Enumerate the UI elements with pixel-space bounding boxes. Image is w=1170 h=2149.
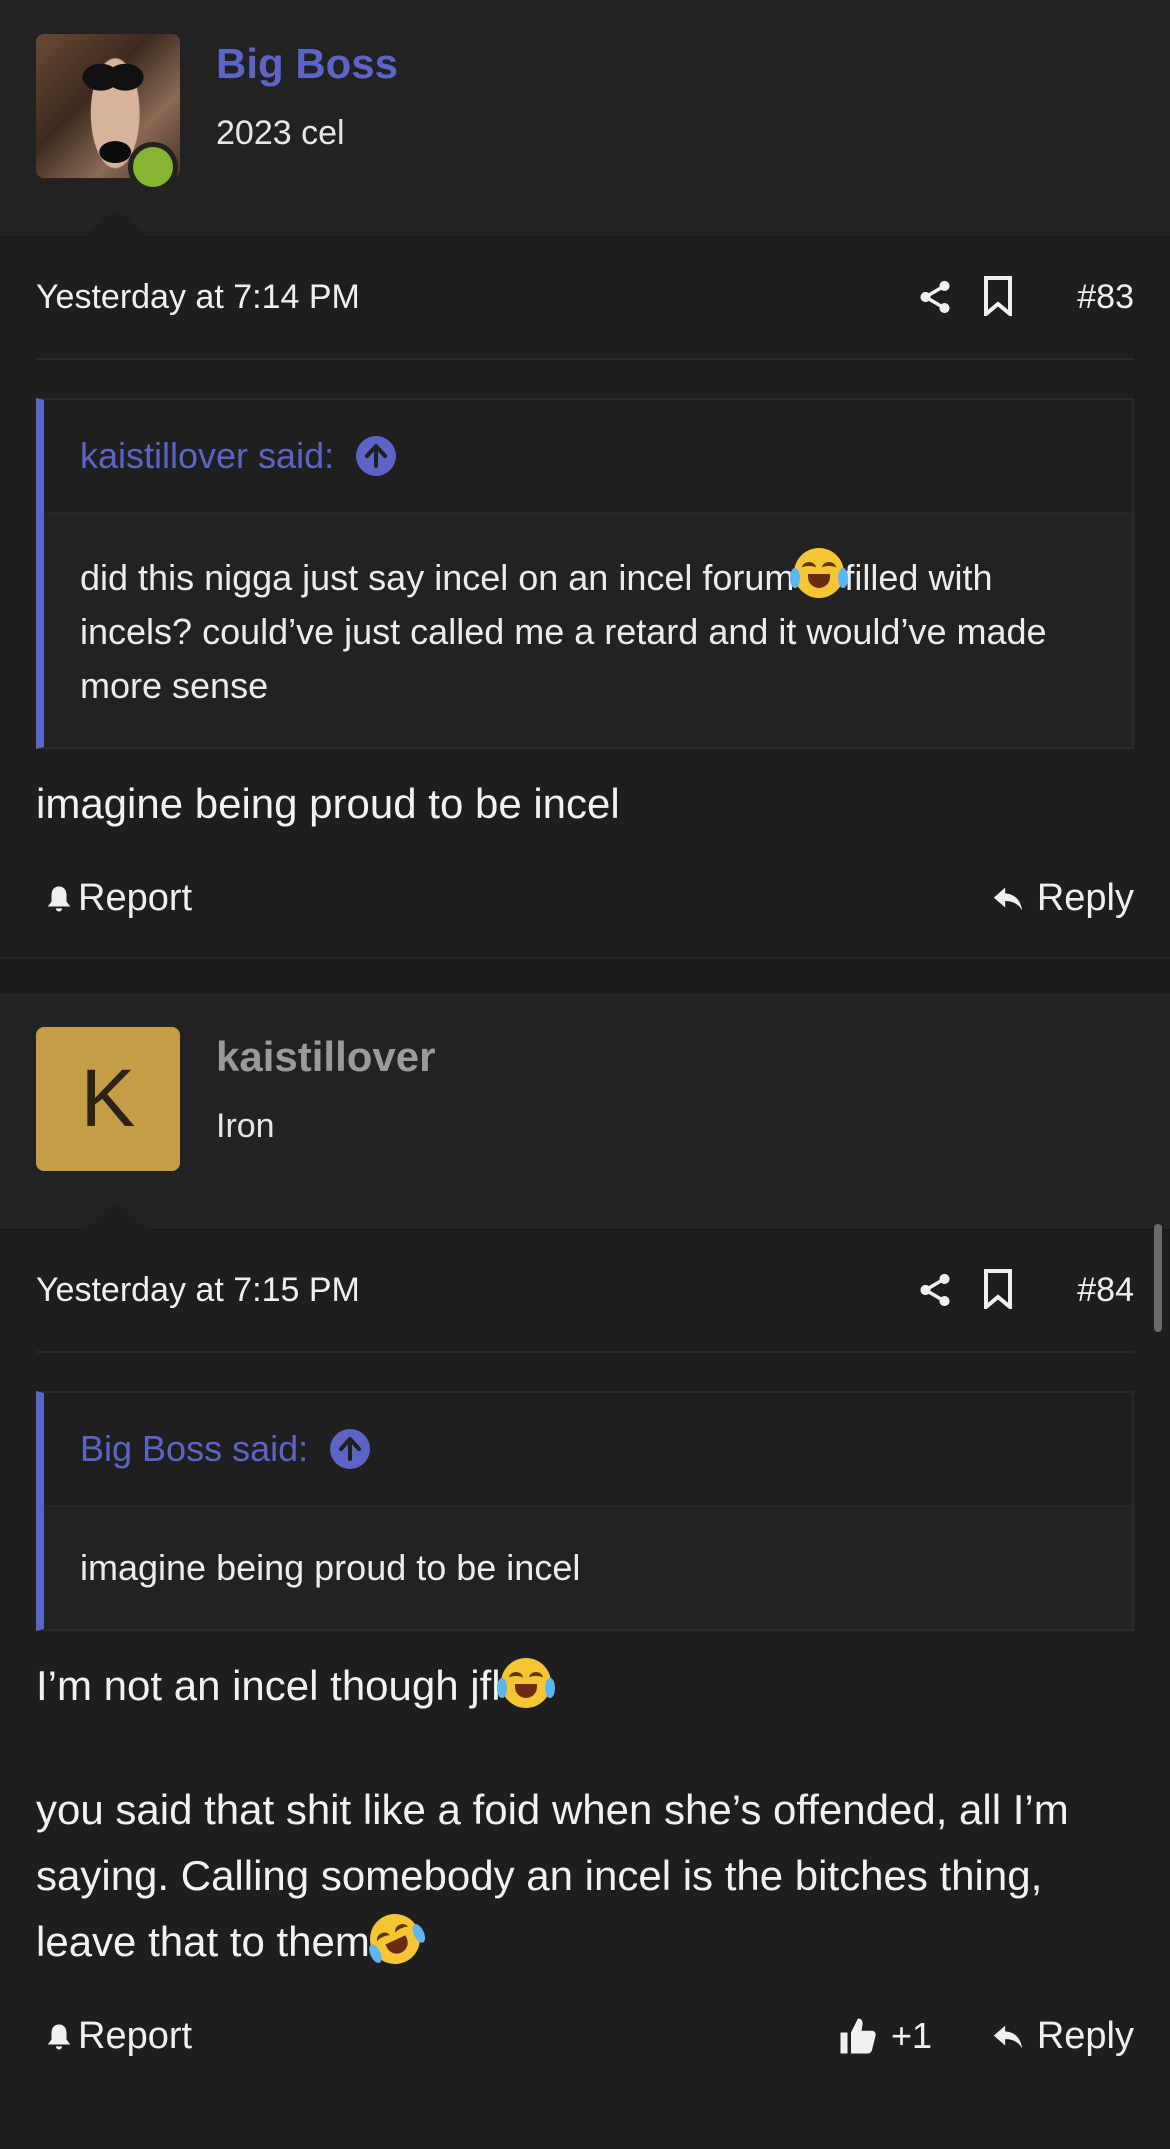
post-message: imagine being proud to be incel [36, 771, 1134, 837]
online-status-icon [128, 142, 178, 192]
avatar[interactable]: K [36, 1027, 180, 1171]
post-number-link[interactable]: #83 [1077, 278, 1134, 317]
joy-emoji-icon [496, 1658, 555, 1708]
post-message: I’m not an incel though jfl you said tha… [36, 1653, 1134, 1975]
message-text: imagine being proud to be incel [36, 780, 620, 827]
bell-icon [47, 886, 71, 911]
quote-header[interactable]: Big Boss said: [44, 1393, 1132, 1507]
quote-text: did this nigga just say incel on an ince… [80, 557, 795, 598]
thumbs-up-icon [840, 2018, 876, 2054]
user-header: Big Boss 2023 cel [0, 0, 1170, 238]
message-text: I’m not an incel though jfl [36, 1662, 501, 1709]
message-text: you said that shit like a foid when she’… [36, 1786, 1069, 1965]
report-label: Report [78, 877, 193, 919]
quote-content: did this nigga just say incel on an ince… [44, 514, 1132, 747]
scrollbar[interactable] [1154, 1224, 1162, 1332]
post-84: K kaistillover Iron Yesterday at 7:15 PM… [0, 993, 1170, 2095]
post-number-link[interactable]: #84 [1077, 1271, 1134, 1310]
rofl-emoji-icon [361, 1905, 429, 1973]
username-link[interactable]: Big Boss [216, 40, 398, 88]
arrow-up-circle-icon[interactable] [356, 436, 397, 476]
post-date-link[interactable]: Yesterday at 7:15 PM [36, 1271, 360, 1310]
user-title: 2023 cel [216, 114, 345, 152]
user-title: Iron [216, 1107, 275, 1145]
quote-block: Big Boss said: imagine being proud to be… [36, 1391, 1134, 1631]
post-actions: Report +1 Reply [36, 1975, 1134, 2095]
header-notch [84, 1201, 148, 1231]
report-label: Report [78, 2015, 193, 2057]
arrow-up-circle-icon[interactable] [330, 1429, 371, 1469]
quote-author[interactable]: kaistillover said: [80, 435, 334, 477]
post-date-link[interactable]: Yesterday at 7:14 PM [36, 278, 360, 317]
reply-label: Reply [1036, 2015, 1134, 2057]
joy-emoji-icon [790, 548, 849, 598]
user-header: K kaistillover Iron [0, 993, 1170, 1231]
report-button[interactable]: Report [44, 2015, 192, 2058]
bell-icon [47, 2024, 71, 2049]
reply-icon [993, 887, 1023, 910]
reply-button[interactable]: Reply [989, 877, 1134, 920]
quote-author[interactable]: Big Boss said: [80, 1428, 308, 1470]
report-button[interactable]: Report [44, 877, 192, 920]
post-83: Big Boss 2023 cel Yesterday at 7:14 PM #… [0, 0, 1170, 957]
post-separator [0, 957, 1170, 993]
header-notch [84, 208, 148, 238]
like-button[interactable]: +1 [837, 2015, 932, 2057]
quote-block: kaistillover said: did this nigga just s… [36, 398, 1134, 749]
share-icon[interactable] [916, 278, 954, 316]
reply-button[interactable]: Reply [989, 2015, 1134, 2058]
post-meta: Yesterday at 7:14 PM #83 [36, 238, 1134, 360]
share-icon[interactable] [916, 1271, 954, 1309]
bookmark-icon[interactable] [982, 276, 1014, 316]
reply-label: Reply [1036, 877, 1134, 919]
bookmark-icon[interactable] [982, 1269, 1014, 1309]
post-actions: Report Reply [36, 837, 1134, 957]
post-meta: Yesterday at 7:15 PM #84 [36, 1231, 1134, 1353]
quote-content: imagine being proud to be incel [44, 1507, 1132, 1629]
reply-icon [993, 2025, 1023, 2048]
like-count: +1 [890, 2015, 932, 2056]
quote-header[interactable]: kaistillover said: [44, 400, 1132, 514]
username-link[interactable]: kaistillover [216, 1033, 435, 1081]
quote-text: imagine being proud to be incel [80, 1547, 581, 1588]
